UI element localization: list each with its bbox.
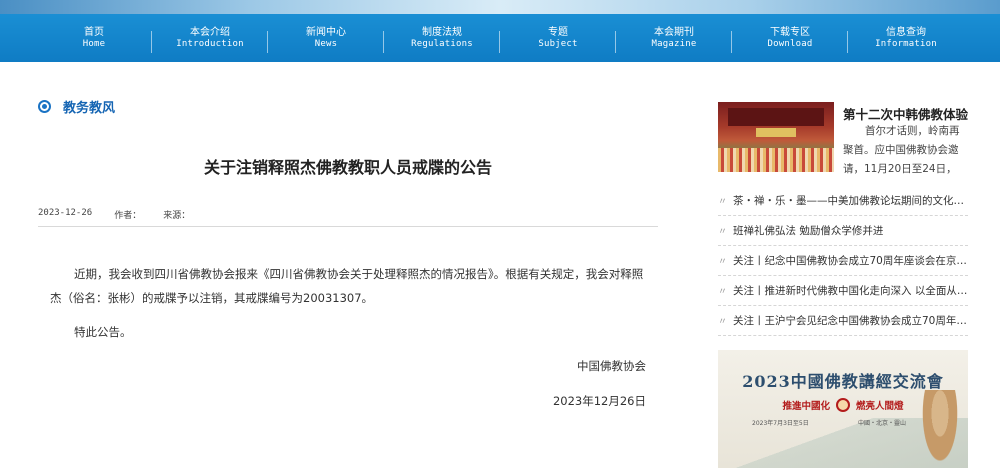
- nav-home[interactable]: 首页 Home: [36, 27, 152, 53]
- sidebar-news-list: 〃 茶・禅・乐・墨——中美加佛教论坛期间的文化交流 〃 班禅礼佛弘法 勉励僧众学…: [718, 186, 968, 336]
- article-author-label: 作者：: [114, 211, 142, 221]
- article-paragraph: 近期，我会收到四川省佛教协会报来《四川省佛教协会关于处理释照杰的情况报告》。根据…: [50, 267, 644, 305]
- article-source-label: 来源：: [163, 211, 191, 221]
- nav-label-en: Magazine: [651, 38, 697, 49]
- quote-bullet-icon: 〃: [718, 197, 728, 207]
- nav-subject[interactable]: 专题 Subject: [500, 27, 616, 53]
- promo-date: 2023年7月3日至5日: [752, 420, 809, 427]
- news-item-title: 茶・禅・乐・墨——中美加佛教论坛期间的文化交流: [733, 195, 968, 207]
- nav-label-cn: 本会期刊: [654, 27, 694, 39]
- nav-label-cn: 首页: [84, 27, 104, 39]
- article-title: 关于注销释照杰佛教教职人员戒牒的公告: [203, 158, 492, 177]
- temple-roof: [728, 108, 824, 126]
- list-item[interactable]: 〃 班禅礼佛弘法 勉励僧众学修并进: [718, 216, 968, 246]
- signature-date: 2023年12月26日: [552, 394, 646, 408]
- temple-sign: [756, 128, 796, 137]
- nav-label-en: Regulations: [411, 38, 473, 49]
- list-item[interactable]: 〃 关注丨推进新时代佛教中国化走向深入 以全面从严治教: [718, 276, 968, 306]
- feature-news-title[interactable]: 第十二次中韩佛教体验: [843, 104, 968, 123]
- quote-bullet-icon: 〃: [718, 257, 728, 267]
- nav-label-cn: 新闻中心: [306, 27, 346, 39]
- nav-regulations[interactable]: 制度法规 Regulations: [384, 27, 500, 53]
- section-title-text[interactable]: 教务教风: [63, 97, 115, 116]
- group-photo-crowd: [718, 148, 834, 172]
- promo-place: 中國・北京・靈山: [858, 420, 907, 427]
- quote-bullet-icon: 〃: [718, 317, 728, 327]
- top-banner: [0, 0, 1000, 14]
- list-item[interactable]: 〃 关注丨纪念中国佛教协会成立70周年座谈会在京召开: [718, 246, 968, 276]
- nav-label-en: Download: [767, 38, 813, 49]
- nav-label-cn: 制度法规: [422, 27, 462, 39]
- nav-introduction[interactable]: 本会介绍 Introduction: [152, 27, 268, 53]
- article-date: 2023-12-26: [38, 208, 93, 218]
- promo-slogan-right: 燃亮人間燈: [856, 401, 904, 412]
- nav-label-cn: 信息查询: [886, 27, 926, 39]
- nav-label-en: Home: [82, 38, 106, 49]
- main-nav: 首页 Home 本会介绍 Introduction 新闻中心 News 制度法规…: [0, 14, 1000, 62]
- nav-label-cn: 专题: [548, 27, 568, 39]
- nav-label-en: Introduction: [176, 38, 244, 49]
- divider: [38, 226, 658, 227]
- nav-information[interactable]: 信息查询 Information: [848, 27, 964, 49]
- nav-label-en: Information: [875, 38, 937, 49]
- emblem-icon: [836, 398, 850, 412]
- nav-news[interactable]: 新闻中心 News: [268, 27, 384, 53]
- quote-bullet-icon: 〃: [718, 287, 728, 297]
- news-item-title: 班禅礼佛弘法 勉励僧众学修并进: [733, 225, 884, 237]
- list-item[interactable]: 〃 茶・禅・乐・墨——中美加佛教论坛期间的文化交流: [718, 186, 968, 216]
- nav-download[interactable]: 下载专区 Download: [732, 27, 848, 53]
- nav-label-en: Subject: [538, 38, 578, 49]
- promo-slogan-left: 推進中國化: [782, 401, 830, 412]
- quote-bullet-icon: 〃: [718, 227, 728, 237]
- target-icon: [38, 100, 51, 113]
- article-meta: 2023-12-26 作者： 来源：: [38, 208, 190, 221]
- feature-news-summary: 首尔才话则，岭南再聚首。应中国佛教协会邀请，11月20日至24日，第: [843, 125, 960, 175]
- news-item-title: 关注丨王沪宁会见纪念中国佛教协会成立70周年座谈会代表: [733, 315, 968, 327]
- signature-organization: 中国佛教协会: [577, 359, 646, 373]
- section-heading: 教务教风: [38, 97, 115, 116]
- nav-label-en: News: [314, 38, 338, 49]
- feature-news-image[interactable]: [718, 102, 834, 172]
- nav-label-cn: 本会介绍: [190, 27, 230, 39]
- nav-magazine[interactable]: 本会期刊 Magazine: [616, 27, 732, 53]
- promo-banner[interactable]: 2023中國佛教講經交流會 推進中國化 燃亮人間燈 2023年7月3日至5日 中…: [718, 350, 968, 468]
- nav-label-cn: 下载专区: [770, 27, 810, 39]
- list-item[interactable]: 〃 关注丨王沪宁会见纪念中国佛教协会成立70周年座谈会代表: [718, 306, 968, 336]
- news-item-title: 关注丨推进新时代佛教中国化走向深入 以全面从严治教: [733, 285, 968, 297]
- promo-title: 2023中國佛教講經交流會: [742, 372, 944, 391]
- buddha-statue-image: [920, 390, 960, 468]
- article-paragraph: 特此公告。: [74, 325, 132, 339]
- news-item-title: 关注丨纪念中国佛教协会成立70周年座谈会在京召开: [733, 255, 968, 267]
